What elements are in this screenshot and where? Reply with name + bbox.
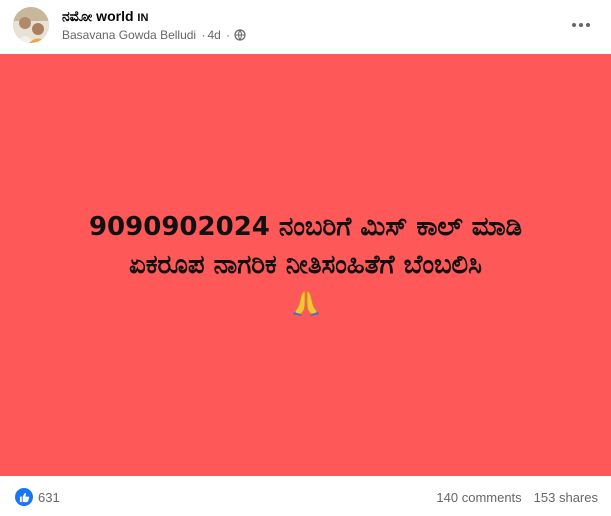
post-time[interactable]: 4d — [207, 28, 220, 42]
banner-line-1: 9090902024 ನಂಬರಿಗೆ ಮಿಸ್ ಕಾಲ್ ಮಾಡಿ — [88, 211, 523, 242]
praying-hands-icon — [292, 288, 320, 321]
post-meta: Basavana Gowda Belludi · 4d · — [62, 28, 246, 44]
post-stats: 140 comments 153 shares — [436, 490, 598, 505]
post-banner[interactable]: 9090902024 ನಂಬರಿಗೆ ಮಿಸ್ ಕಾಲ್ ಮಾಡಿ ಏಕರೂಪ … — [0, 54, 611, 476]
group-name[interactable]: ನಮೋ world IN — [62, 8, 148, 25]
author-name[interactable]: Basavana Gowda Belludi — [62, 28, 196, 42]
reaction-count: 631 — [38, 489, 60, 505]
group-name-text[interactable]: ನಮೋ world — [62, 8, 134, 24]
more-options-button[interactable] — [568, 12, 594, 38]
banner-line-2: ಏಕರೂಪ ನಾಗರಿಕ ನೀತಿಸಂಹಿತೆಗೆ ಬೆಂಬಲಿಸಿ — [129, 249, 482, 280]
meta-separator-2: · — [226, 28, 231, 42]
reactions-summary[interactable]: 631 — [15, 488, 60, 506]
shares-count[interactable]: 153 shares — [534, 490, 598, 505]
globe-icon — [234, 29, 246, 44]
like-icon — [15, 488, 33, 506]
group-avatar[interactable] — [13, 7, 49, 43]
group-badge: IN — [137, 12, 149, 24]
post-footer: 631 140 comments 153 shares — [0, 476, 611, 516]
comments-count[interactable]: 140 comments — [436, 490, 521, 505]
meta-separator: · — [201, 28, 206, 42]
more-options-icon — [572, 23, 590, 27]
post-header: ನಮೋ world IN Basavana Gowda Belludi · 4d … — [0, 0, 611, 54]
